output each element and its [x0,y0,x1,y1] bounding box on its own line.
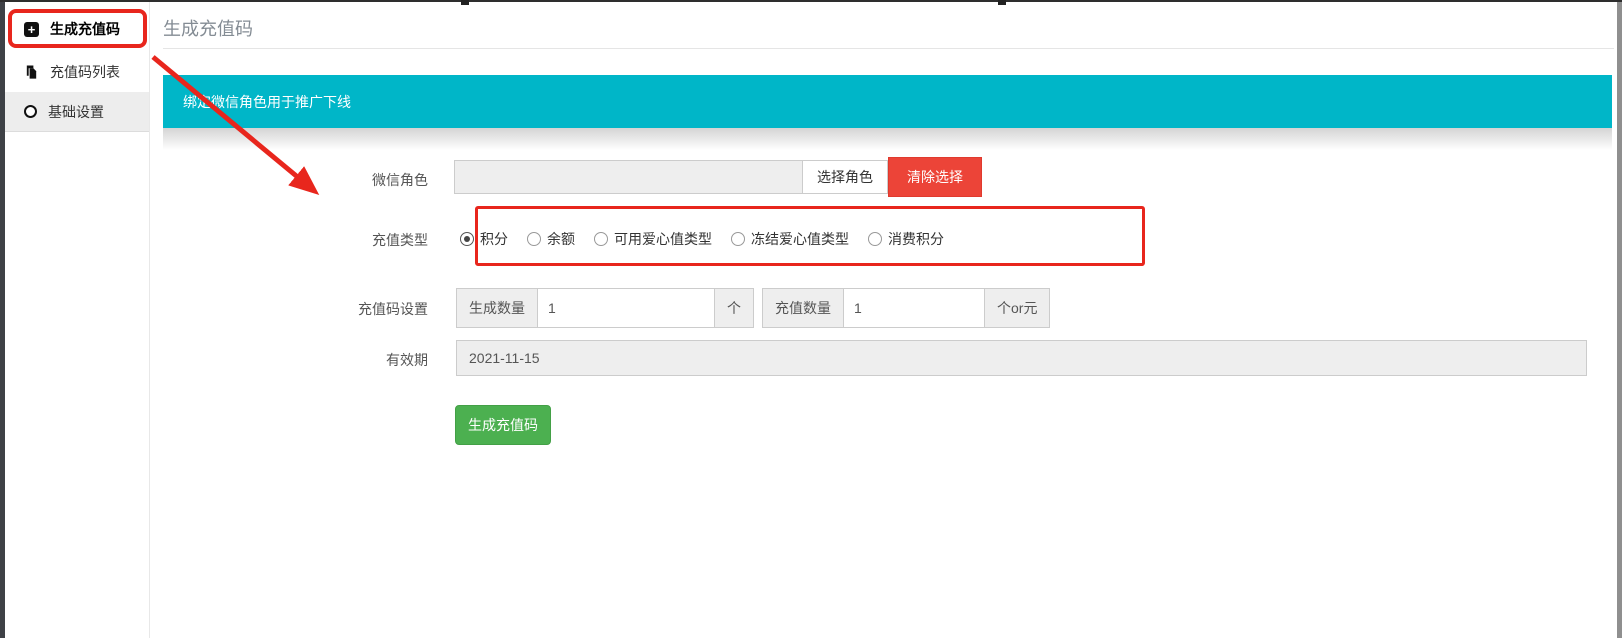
sidebar-item-label: 充值码列表 [50,62,120,82]
scrollbar[interactable] [1617,0,1622,638]
panel-header: 绑定微信角色用于推广下线 [163,75,1612,128]
sidebar-item-label: 生成充值码 [50,19,120,39]
recharge-amount-addon: 充值数量 [762,288,844,328]
radio-option-balance[interactable]: 余额 [527,229,575,249]
recharge-amount-group: 充值数量 个or元 [762,288,1050,328]
top-border-notch [461,0,469,5]
radio-icon[interactable] [460,232,474,246]
sidebar-item-label: 基础设置 [48,102,104,122]
recharge-type-label: 充值类型 [298,230,428,250]
panel-header-shadow [163,128,1612,150]
select-role-button[interactable]: 选择角色 [802,160,888,194]
sidebar-item-code-list[interactable]: 充值码列表 [5,52,149,92]
generate-count-unit: 个 [714,288,754,328]
wechat-role-input[interactable] [454,160,803,194]
copy-icon [24,64,39,80]
top-border [0,0,1622,2]
generate-count-input[interactable] [538,288,714,328]
sidebar-item-basic-settings[interactable]: 基础设置 [5,92,149,132]
code-settings-label: 充值码设置 [298,299,428,319]
sidebar-item-generate-code[interactable]: + 生成充值码 [5,9,149,49]
radio-option-points[interactable]: 积分 [460,229,508,249]
radio-label: 冻结爱心值类型 [751,229,849,249]
radio-label: 消费积分 [888,229,944,249]
collapsed-nav-strip [0,0,5,638]
generate-code-button[interactable]: 生成充值码 [455,405,551,445]
radio-label: 积分 [480,229,508,249]
generate-count-addon: 生成数量 [456,288,538,328]
circle-icon [24,105,37,118]
radio-icon[interactable] [527,232,541,246]
main-content: 生成充值码 绑定微信角色用于推广下线 微信角色 选择角色 清除选择 充值类型 积… [150,2,1616,638]
recharge-type-radio-group: 积分 余额 可用爱心值类型 冻结爱心值类型 消费积分 [460,229,944,249]
validity-label: 有效期 [298,350,428,370]
clear-selection-button[interactable]: 清除选择 [888,157,982,197]
top-border-notch [998,0,1006,5]
page-title: 生成充值码 [163,15,253,41]
radio-option-frozen-love-value[interactable]: 冻结爱心值类型 [731,229,849,249]
panel-header-text: 绑定微信角色用于推广下线 [183,92,351,112]
recharge-amount-unit: 个or元 [984,288,1050,328]
sidebar: + 生成充值码 充值码列表 基础设置 [5,2,150,638]
plus-square-icon: + [24,22,39,37]
radio-label: 余额 [547,229,575,249]
recharge-amount-input[interactable] [844,288,984,328]
radio-label: 可用爱心值类型 [614,229,712,249]
radio-icon[interactable] [594,232,608,246]
title-divider [163,48,1614,49]
generate-count-group: 生成数量 个 [456,288,754,328]
wechat-role-label: 微信角色 [298,170,428,190]
radio-option-available-love-value[interactable]: 可用爱心值类型 [594,229,712,249]
validity-date-input[interactable] [456,340,1587,376]
radio-icon[interactable] [868,232,882,246]
radio-option-consume-points[interactable]: 消费积分 [868,229,944,249]
radio-icon[interactable] [731,232,745,246]
